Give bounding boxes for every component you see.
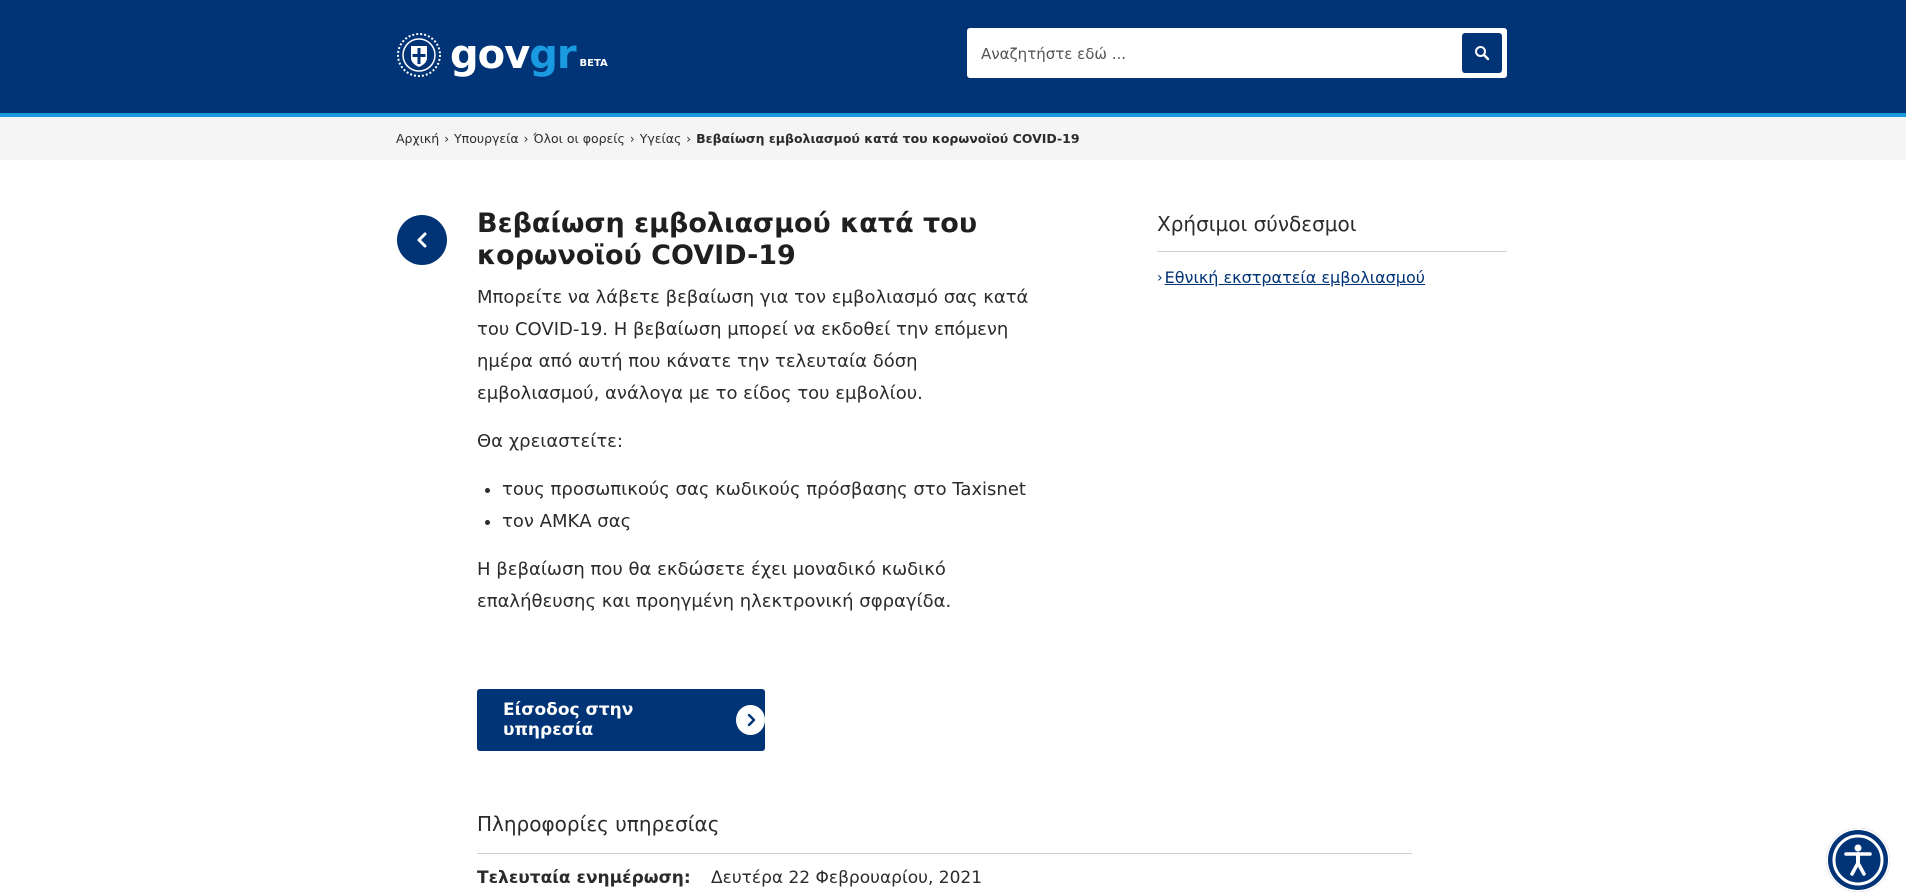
list-item: τους προσωπικούς σας κωδικούς πρόσβασης …: [502, 474, 1037, 506]
last-updated-row: Τελευταία ενημέρωση: Δευτέρα 22 Φεβρουαρ…: [477, 868, 982, 888]
chevron-right-icon: ›: [523, 131, 529, 146]
chevron-left-icon: [417, 232, 427, 248]
useful-links-title: Χρήσιμοι σύνδεσμοι: [1157, 212, 1357, 236]
back-button[interactable]: [397, 215, 447, 265]
enter-service-label: Είσοδος στην υπηρεσία: [503, 700, 634, 740]
service-info-heading: Πληροφορίες υπηρεσίας: [477, 812, 720, 836]
enter-service-button[interactable]: Είσοδος στην υπηρεσία: [477, 689, 765, 751]
useful-link-item: › Εθνική εκστρατεία εμβολιασμού: [1157, 268, 1425, 287]
greek-emblem-icon: [397, 33, 441, 77]
beta-badge: BETA: [579, 57, 608, 69]
divider: [1157, 251, 1507, 252]
arrow-right-circle-icon: [736, 705, 765, 735]
breadcrumb-home[interactable]: Αρχική: [396, 131, 439, 146]
intro-paragraph: Μπορείτε να λάβετε βεβαίωση για τον εμβο…: [477, 287, 1029, 404]
site-header: govgr BETA: [0, 0, 1906, 113]
requirements-list: τους προσωπικούς σας κωδικούς πρόσβασης …: [477, 474, 1037, 538]
breadcrumb-all-agencies[interactable]: Όλοι οι φορείς: [533, 131, 624, 146]
last-updated-value: Δευτέρα 22 Φεβρουαρίου, 2021: [711, 868, 983, 888]
breadcrumb: Αρχική › Υπουργεία › Όλοι οι φορείς › Υγ…: [396, 117, 1080, 160]
last-updated-label: Τελευταία ενημέρωση:: [477, 868, 691, 888]
chevron-right-icon: ›: [629, 131, 635, 146]
chevron-right-icon: ›: [686, 131, 692, 146]
search-box: [967, 28, 1507, 80]
link-national-vaccination-campaign[interactable]: Εθνική εκστρατεία εμβολιασμού: [1165, 268, 1425, 287]
divider: [477, 853, 1412, 854]
list-item: τον ΑΜΚΑ σας: [502, 506, 1037, 538]
chevron-right-icon: ›: [444, 131, 450, 146]
requirements-label: Θα χρειαστείτε:: [477, 431, 623, 452]
search-button[interactable]: [1462, 33, 1502, 73]
chevron-right-icon: ›: [1157, 269, 1163, 286]
breadcrumb-current: Βεβαίωση εμβολιασμού κατά του κορωνοϊού …: [696, 131, 1080, 146]
page-title: Βεβαίωση εμβολιασμού κατά του κορωνοϊού …: [477, 208, 978, 271]
breadcrumb-health[interactable]: Υγείας: [640, 131, 682, 146]
search-icon: [1475, 46, 1490, 61]
govgr-logo[interactable]: govgr BETA: [396, 32, 608, 78]
breadcrumb-ministries[interactable]: Υπουργεία: [454, 131, 519, 146]
breadcrumb-bar: Αρχική › Υπουργεία › Όλοι οι φορείς › Υγ…: [0, 117, 1906, 160]
accessibility-icon: [1832, 834, 1884, 886]
closing-paragraph: Η βεβαίωση που θα εκδώσετε έχει μοναδικό…: [477, 559, 952, 612]
logo-wordmark: govgr: [450, 32, 577, 78]
main-content: Βεβαίωση εμβολιασμού κατά του κορωνοϊού …: [477, 208, 1037, 618]
accessibility-button[interactable]: [1826, 828, 1890, 892]
search-input[interactable]: [979, 28, 1423, 80]
